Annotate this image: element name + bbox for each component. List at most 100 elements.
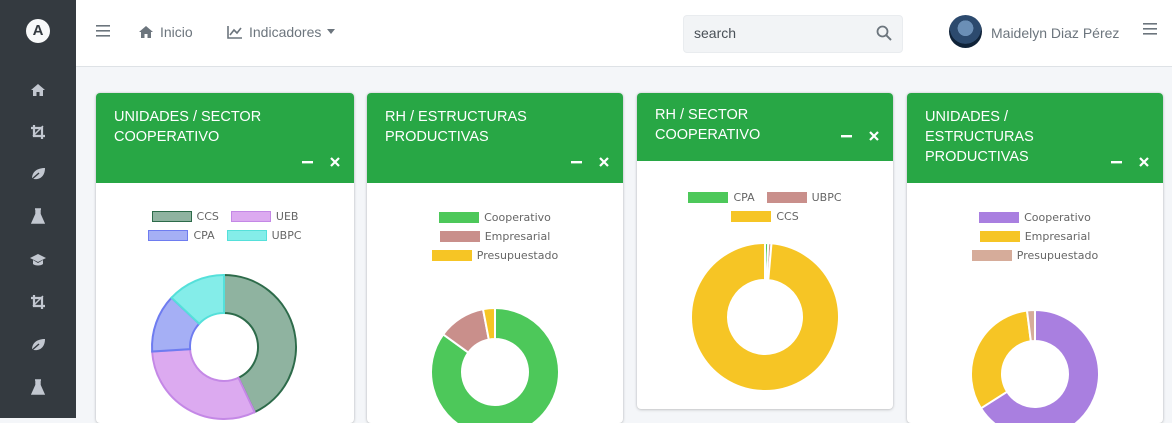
flask-icon xyxy=(31,379,45,395)
home-icon xyxy=(31,84,45,96)
sidebar-item-home[interactable] xyxy=(28,80,48,100)
close-icon xyxy=(330,157,340,167)
legend-item[interactable]: Cooperativo xyxy=(979,211,1091,224)
collapse-button[interactable] xyxy=(569,155,583,169)
remove-button[interactable] xyxy=(597,155,611,169)
leaf-icon xyxy=(30,168,45,181)
doughnut-chart xyxy=(970,308,1100,423)
collapse-button[interactable] xyxy=(1109,155,1123,169)
legend-item[interactable]: Presupuestado xyxy=(971,249,1098,262)
legend-swatch xyxy=(688,192,729,203)
leaf-icon xyxy=(30,339,45,352)
legend-item[interactable]: CPA xyxy=(148,229,215,242)
caret-down-icon xyxy=(327,29,336,34)
top-navbar: Inicio Indicadores Maidelyn Diaz Pérez xyxy=(76,0,1172,67)
collapse-button[interactable] xyxy=(300,155,314,169)
legend-label: Presupuestado xyxy=(476,249,559,262)
card-title: RH / ESTRUCTURAS PRODUCTIVAS xyxy=(385,109,527,145)
legend-swatch xyxy=(766,192,807,203)
crop-icon xyxy=(31,295,45,309)
card-tools xyxy=(839,129,881,143)
legend-swatch xyxy=(971,250,1012,261)
legend-label: CCS xyxy=(776,210,799,223)
legend-swatch xyxy=(979,212,1020,223)
legend-item[interactable]: UBPC xyxy=(766,191,842,204)
brand-logo[interactable]: A xyxy=(26,19,50,43)
sidebar: A xyxy=(0,0,76,418)
legend-item[interactable]: Cooperativo xyxy=(439,211,551,224)
card-tools xyxy=(300,155,342,169)
card-header: UNIDADES / SECTOR COOPERATIVO xyxy=(96,93,354,183)
card-title: RH / SECTOR COOPERATIVO xyxy=(655,107,761,143)
legend-item[interactable]: Empresarial xyxy=(979,230,1091,243)
sidebar-item-crop-2[interactable] xyxy=(28,292,48,312)
nav-link-inicio-label: Inicio xyxy=(160,24,193,40)
legend-label: CPA xyxy=(733,191,755,204)
doughnut-chart xyxy=(690,241,840,392)
nav-link-inicio[interactable]: Inicio xyxy=(138,24,193,40)
sidebar-item-flask-2[interactable] xyxy=(28,377,48,397)
sidebar-item-leaf-2[interactable] xyxy=(28,335,48,355)
legend-item[interactable]: CCS xyxy=(151,210,219,223)
legend-swatch xyxy=(439,231,480,242)
card-header: UNIDADES / ESTRUCTURAS PRODUCTIVAS xyxy=(907,93,1163,183)
sidebar-item-crop[interactable] xyxy=(28,122,48,142)
card-unidades-estructuras-productivas: UNIDADES / ESTRUCTURAS PRODUCTIVAS Coope… xyxy=(907,93,1163,423)
minus-icon xyxy=(301,160,313,163)
legend-label: CPA xyxy=(193,229,215,242)
line-chart-icon xyxy=(227,26,242,39)
card-header: RH / ESTRUCTURAS PRODUCTIVAS xyxy=(367,93,623,183)
collapse-button[interactable] xyxy=(839,129,853,143)
sidebar-item-leaf[interactable] xyxy=(28,164,48,184)
sidebar-item-graduation[interactable] xyxy=(28,250,48,270)
doughnut-chart xyxy=(430,306,560,423)
legend-label: UEB xyxy=(275,210,299,223)
legend-swatch xyxy=(230,211,271,222)
legend-label: CCS xyxy=(196,210,219,223)
chart-legend: CCS UEB CPA UBPC xyxy=(96,210,354,248)
card-title: UNIDADES / SECTOR COOPERATIVO xyxy=(114,109,262,145)
legend-item[interactable]: Presupuestado xyxy=(431,249,559,262)
remove-button[interactable] xyxy=(328,155,342,169)
nav-dropdown-indicadores-label: Indicadores xyxy=(249,24,322,40)
crop-icon xyxy=(31,125,45,139)
legend-item[interactable]: UEB xyxy=(230,210,299,223)
legend-swatch xyxy=(979,231,1020,242)
chart-slice-empresarial[interactable] xyxy=(970,309,1032,410)
minus-icon xyxy=(570,160,582,163)
card-title: UNIDADES / ESTRUCTURAS PRODUCTIVAS xyxy=(925,109,1034,165)
user-name[interactable]: Maidelyn Diaz Pérez xyxy=(991,25,1119,41)
legend-item[interactable]: Empresarial xyxy=(439,230,550,243)
nav-dropdown-indicadores[interactable]: Indicadores xyxy=(227,24,336,40)
legend-swatch xyxy=(731,211,772,222)
chart-legend: Cooperativo Empresarial Presupuestado xyxy=(367,211,623,268)
legend-item[interactable]: CPA xyxy=(688,191,755,204)
user-avatar[interactable] xyxy=(949,15,982,48)
menu-toggle-button[interactable] xyxy=(96,25,110,37)
legend-swatch xyxy=(148,230,189,241)
search-form xyxy=(683,15,903,53)
legend-swatch xyxy=(226,230,267,241)
legend-label: UBPC xyxy=(271,229,302,242)
chart-slice-ueb[interactable] xyxy=(151,348,256,420)
legend-label: Cooperativo xyxy=(1024,211,1091,224)
remove-button[interactable] xyxy=(867,129,881,143)
remove-button[interactable] xyxy=(1137,155,1151,169)
chart-legend: Cooperativo Empresarial Presupuestado xyxy=(907,211,1163,268)
legend-swatch xyxy=(439,212,480,223)
search-button[interactable] xyxy=(876,25,896,45)
legend-item[interactable]: CCS xyxy=(731,210,799,223)
minus-icon xyxy=(840,134,852,137)
flask-icon xyxy=(31,208,45,224)
hamburger-icon xyxy=(1143,23,1157,35)
hamburger-icon xyxy=(96,25,110,37)
search-input[interactable] xyxy=(694,25,864,41)
sidebar-item-flask[interactable] xyxy=(28,206,48,226)
legend-label: Empresarial xyxy=(1024,230,1091,243)
close-icon xyxy=(599,157,609,167)
legend-label: Cooperativo xyxy=(484,211,551,224)
chart-slice-ccs[interactable] xyxy=(690,241,840,392)
legend-item[interactable]: UBPC xyxy=(226,229,302,242)
home-icon xyxy=(139,26,153,38)
right-menu-button[interactable] xyxy=(1143,22,1163,42)
